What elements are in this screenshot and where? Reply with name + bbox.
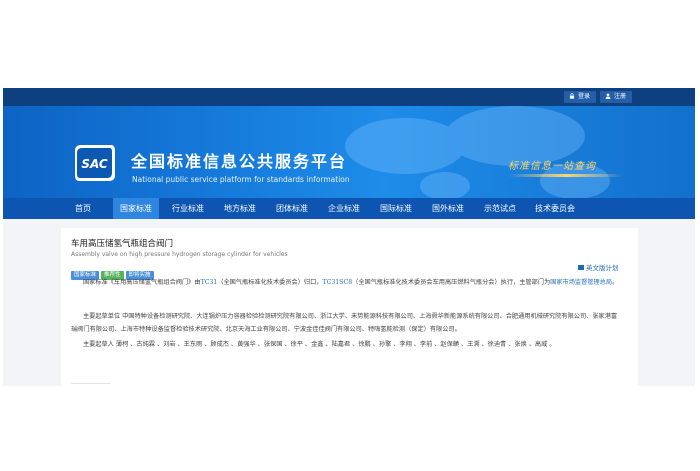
nav-item-foreign-standards[interactable]: 国外标准 — [425, 198, 471, 219]
login-label: 登录 — [578, 93, 591, 100]
login-button[interactable]: 登录 — [564, 91, 597, 103]
register-button[interactable]: 注册 — [600, 91, 633, 103]
standard-title-en: Assembly valve on high pressure hydrogen… — [71, 251, 288, 258]
standard-detail-card: 车用高压储氢气瓶组合阀门 Assembly valve on high pres… — [61, 228, 638, 386]
browser-viewport: 登录 注册 SAC 全国标准信息公共服务平台 National public s… — [3, 88, 695, 386]
section-divider — [71, 383, 111, 384]
intro-text-b: （全国气瓶标准化技术委员会）归口， — [217, 279, 323, 286]
lock-icon — [569, 93, 575, 99]
slogan-underline — [508, 174, 623, 177]
top-utility-bar: 登录 注册 — [3, 88, 695, 106]
drafters-paragraph: 主要起草人 薄柯 、古纯霖 、刘岩 、王东雨 、顾成杰 、黄强华 、张保国 、徐… — [83, 341, 556, 348]
nav-item-technical-committees[interactable]: 技术委员会 — [527, 198, 583, 219]
nav-item-international-standards[interactable]: 国际标准 — [373, 198, 419, 219]
tc31sc8-link[interactable]: TC31SC8 — [323, 279, 353, 286]
tc31-link[interactable]: TC31 — [201, 279, 218, 286]
nav-item-national-standards[interactable]: 国家标准 — [113, 198, 159, 219]
nav-item-home[interactable]: 首页 — [61, 198, 105, 219]
nav-item-enterprise-standards[interactable]: 企业标准 — [321, 198, 367, 219]
intro-text-d: 。 — [612, 279, 619, 286]
nav-item-industry-standards[interactable]: 行业标准 — [165, 198, 211, 219]
document-icon — [578, 265, 584, 270]
site-subtitle: National public service platform for sta… — [132, 175, 350, 184]
intro-text-a: 国家标准《车用高压储氢气瓶组合阀门》由 — [83, 279, 201, 286]
logo-text: SAC — [81, 157, 108, 171]
english-plan-label: 英文版计划 — [586, 264, 619, 272]
english-plan-link[interactable]: 英文版计划 — [578, 262, 619, 272]
nav-item-local-standards[interactable]: 地方标准 — [217, 198, 263, 219]
site-banner: SAC 全国标准信息公共服务平台 National public service… — [3, 106, 695, 198]
standard-badges: 国家标准 推荐性 即将实施 — [71, 261, 156, 280]
dept-link[interactable]: 国家市场监督管理总局 — [550, 279, 612, 286]
world-map-graphic — [345, 106, 610, 198]
drafting-units-paragraph: 主要起草单位 中国特种设备检测研究院、大连锅炉压力容器检验检测研究院有限公司、浙… — [71, 313, 618, 333]
nav-item-pilot-demo[interactable]: 示范试点 — [477, 198, 523, 219]
main-nav: 首页 国家标准 行业标准 地方标准 团体标准 企业标准 国际标准 国外标准 示范… — [3, 198, 695, 219]
user-icon — [605, 93, 611, 99]
standard-title: 车用高压储氢气瓶组合阀门 — [71, 239, 174, 249]
sac-logo[interactable]: SAC — [71, 143, 117, 183]
standard-intro-paragraph: 国家标准《车用高压储氢气瓶组合阀门》由TC31（全国气瓶标准化技术委员会）归口，… — [71, 276, 623, 289]
register-label: 注册 — [614, 93, 627, 100]
intro-text-c: （全国气瓶标准化技术委员会车用高压燃料气瓶分会）执行，主管部门为 — [352, 279, 551, 286]
nav-item-group-standards[interactable]: 团体标准 — [269, 198, 315, 219]
slogan-text: 标准信息一站查询 — [508, 161, 596, 172]
site-title: 全国标准信息公共服务平台 — [131, 152, 348, 171]
